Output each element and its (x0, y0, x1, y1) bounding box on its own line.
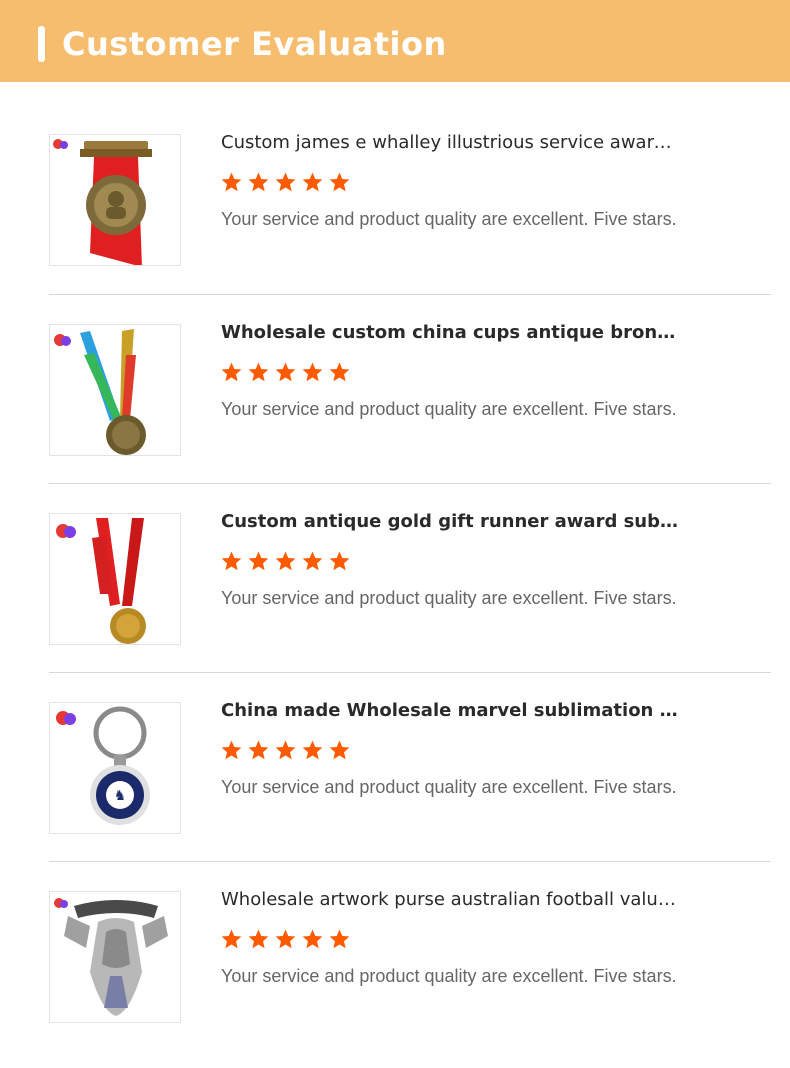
header-banner: Customer Evaluation (0, 0, 790, 82)
brand-logo-icon (56, 524, 76, 538)
review-item[interactable]: Custom james e whalley illustrious servi… (0, 82, 790, 266)
star-icon (275, 172, 296, 192)
rating-stars (220, 550, 351, 576)
star-icon (302, 172, 323, 192)
star-icon (329, 551, 350, 571)
review-text: Your service and product quality are exc… (221, 399, 677, 419)
svg-text:♞: ♞ (114, 788, 127, 804)
rating-stars (220, 928, 351, 954)
rating-stars (220, 171, 351, 197)
star-icon (248, 740, 269, 760)
product-title[interactable]: Custom james e whalley illustrious servi… (221, 131, 681, 155)
star-icon (221, 172, 242, 192)
product-thumbnail[interactable] (49, 513, 181, 645)
star-icon (248, 172, 269, 192)
star-icon (275, 740, 296, 760)
gold-medal-icon (56, 518, 146, 644)
pin-badge-icon (54, 898, 168, 1016)
brand-logo-icon (56, 711, 76, 725)
star-icon (221, 929, 242, 949)
review-text: Your service and product quality are exc… (221, 209, 677, 229)
brand-logo-icon (54, 898, 68, 908)
star-icon (275, 362, 296, 382)
star-icon (221, 740, 242, 760)
product-thumbnail[interactable] (49, 134, 181, 266)
ribbon-medal-icon (54, 329, 146, 455)
product-title[interactable]: Custom antique gold gift runner award su… (221, 510, 681, 534)
product-title[interactable]: China made Wholesale marvel sublimation … (221, 699, 681, 723)
product-title[interactable]: Wholesale custom china cups antique bron… (221, 321, 681, 345)
star-icon (329, 740, 350, 760)
keychain-icon: ♞ (56, 706, 150, 825)
review-text: Your service and product quality are exc… (221, 966, 677, 986)
star-icon (302, 551, 323, 571)
review-item[interactable]: Custom antique gold gift runner award su… (0, 461, 790, 645)
star-icon (275, 929, 296, 949)
star-icon (329, 929, 350, 949)
bronze-medal-icon (53, 139, 152, 265)
product-thumbnail[interactable] (49, 891, 181, 1023)
review-item[interactable]: Wholesale artwork purse australian footb… (0, 839, 790, 1023)
review-text: Your service and product quality are exc… (221, 588, 677, 608)
rating-stars (220, 739, 351, 765)
star-icon (329, 172, 350, 192)
brand-logo-icon (54, 334, 71, 346)
review-text: Your service and product quality are exc… (221, 777, 677, 797)
star-icon (302, 362, 323, 382)
star-icon (302, 740, 323, 760)
brand-logo-icon (53, 139, 68, 149)
product-title[interactable]: Wholesale artwork purse australian footb… (221, 888, 681, 912)
star-icon (275, 551, 296, 571)
star-icon (329, 362, 350, 382)
star-icon (221, 551, 242, 571)
page-title: Customer Evaluation (62, 25, 447, 63)
product-thumbnail[interactable]: ♞ (49, 702, 181, 834)
star-icon (221, 362, 242, 382)
star-icon (248, 551, 269, 571)
header-accent-bar (38, 26, 45, 62)
review-item[interactable]: ♞ China made Wholesale marvel sublimatio… (0, 650, 790, 834)
product-thumbnail[interactable] (49, 324, 181, 456)
star-icon (302, 929, 323, 949)
star-icon (248, 929, 269, 949)
review-item[interactable]: Wholesale custom china cups antique bron… (0, 272, 790, 456)
star-icon (248, 362, 269, 382)
rating-stars (220, 361, 351, 387)
